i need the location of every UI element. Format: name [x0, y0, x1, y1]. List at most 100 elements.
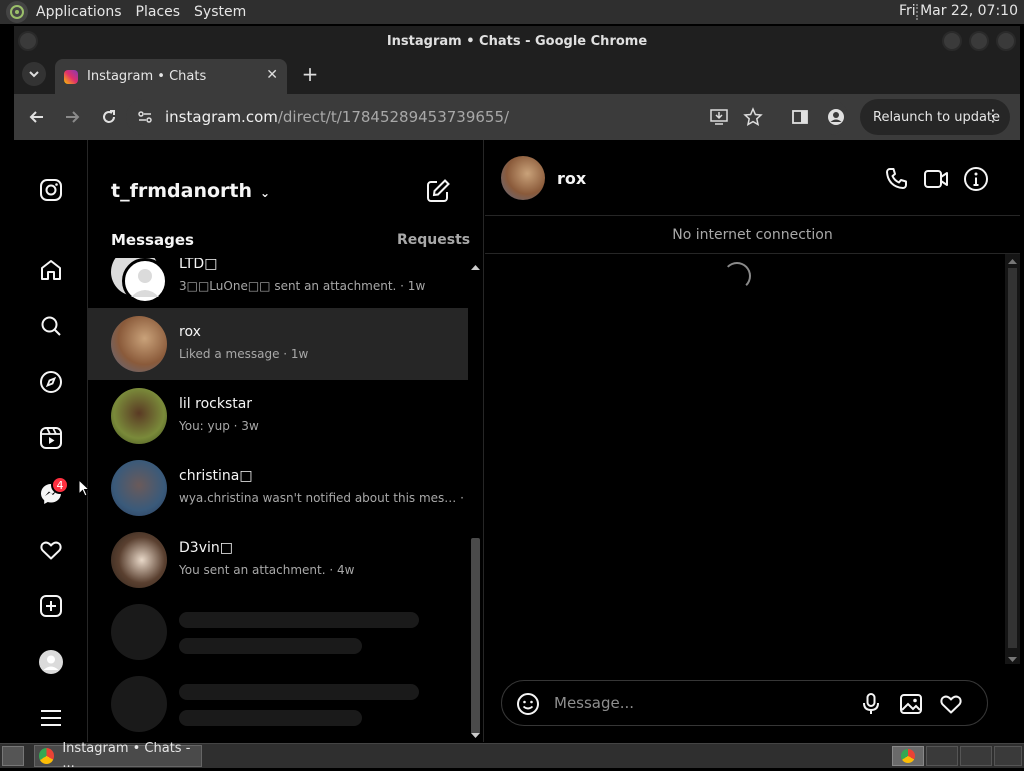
loading-placeholder-line [179, 684, 419, 700]
conversation-preview: wya.christina wasn't notified about this… [179, 491, 468, 505]
conversation-preview: 3□□LuOne□□ sent an attachment. · 1w [179, 279, 426, 293]
loading-placeholder-avatar [111, 676, 167, 732]
bottom-taskbar: Instagram • Chats - ... [0, 741, 1024, 771]
microphone-icon[interactable] [859, 692, 883, 716]
thread-scrollbar[interactable] [1005, 254, 1020, 664]
workspace-4[interactable] [994, 746, 1022, 766]
places-menu[interactable]: Places [136, 4, 181, 20]
show-desktop-button[interactable] [2, 746, 24, 766]
arrow-right-icon [66, 111, 80, 123]
phone-call-icon[interactable] [883, 166, 909, 192]
loading-spinner-icon [723, 262, 751, 290]
profile-button[interactable] [824, 105, 848, 129]
system-menu[interactable]: System [194, 4, 246, 20]
tab-search-button[interactable] [22, 62, 46, 86]
contact-name[interactable]: rox [557, 169, 586, 188]
d3vin-avatar [111, 532, 167, 588]
window-titlebar[interactable]: Instagram • Chats - Google Chrome [14, 26, 1020, 56]
tab-close-icon[interactable]: ✕ [266, 67, 278, 83]
workspace-1[interactable] [892, 746, 924, 766]
workspace-3[interactable] [960, 746, 992, 766]
reload-icon [103, 110, 115, 123]
profile-avatar[interactable] [37, 648, 65, 676]
compose-message-icon[interactable] [425, 178, 451, 204]
conversation-d3vin[interactable]: D3vin□ You sent an attachment. · 4w [88, 524, 468, 596]
scroll-down-arrow-icon[interactable] [1005, 654, 1020, 664]
forward-button[interactable] [60, 105, 84, 129]
minimize-button[interactable] [942, 31, 962, 51]
more-menu-icon[interactable] [37, 704, 65, 732]
conversation-list-scrollbar[interactable] [468, 258, 483, 742]
conversation-rox[interactable]: rox Liked a message · 1w [88, 308, 468, 380]
home-icon[interactable] [37, 256, 65, 284]
message-composer [501, 680, 988, 726]
conversation-ltd[interactable]: LTD□ 3□□LuOne□□ sent an attachment. · 1w [88, 258, 468, 312]
scroll-down-arrow-icon[interactable] [468, 730, 483, 740]
url-host: instagram.com [165, 108, 278, 126]
inbox-panel: t_frmdanorth ⌄ Messages Requests LTD□ 3□□… [88, 140, 484, 742]
explore-compass-icon[interactable] [37, 368, 65, 396]
instagram-page: 4 t_frmdanorth ⌄ Messages Requests LTD□ … [14, 140, 1020, 742]
chevron-down-icon: ⌄ [260, 186, 271, 200]
heart-notifications-icon[interactable] [37, 536, 65, 564]
chevron-down-icon [29, 71, 39, 78]
maximize-button[interactable] [969, 31, 989, 51]
url-path: /direct/t/17845289453739655/ [277, 108, 510, 126]
tab-title: Instagram • Chats [87, 69, 207, 84]
reload-button[interactable] [97, 105, 121, 129]
system-clock[interactable]: Fri Mar 22, 07:10 [899, 3, 1018, 19]
video-call-icon[interactable] [923, 166, 949, 192]
notification-badge: 4 [51, 476, 69, 494]
messages-heading: Messages [111, 231, 194, 249]
conversation-info-icon[interactable] [963, 166, 989, 192]
install-app-icon[interactable] [709, 107, 729, 131]
bookmark-star-icon[interactable] [743, 107, 763, 131]
loading-placeholder-line [179, 612, 419, 628]
address-bar[interactable]: instagram.com/direct/t/17845289453739655… [126, 99, 848, 135]
scrollbar-thumb[interactable] [1008, 268, 1017, 648]
conversation-preview: You sent an attachment. · 4w [179, 563, 355, 577]
scroll-up-arrow-icon[interactable] [468, 262, 483, 272]
window-title: Instagram • Chats - Google Chrome [386, 33, 648, 49]
window-menu-button[interactable] [18, 31, 38, 51]
emoji-icon[interactable] [516, 692, 540, 716]
create-plus-icon[interactable] [37, 592, 65, 620]
tab-instagram-chats[interactable]: Instagram • Chats ✕ [55, 59, 287, 94]
message-input[interactable] [554, 692, 844, 714]
loading-placeholder-avatar [111, 604, 167, 660]
scroll-up-arrow-icon[interactable] [1005, 256, 1020, 266]
contact-avatar[interactable] [501, 156, 545, 200]
relaunch-to-update-button[interactable]: Relaunch to update ⋮ [860, 99, 1010, 135]
site-info-icon[interactable] [137, 109, 153, 125]
conversation-preview: Liked a message · 1w [179, 347, 309, 361]
instagram-favicon-icon [64, 69, 78, 84]
christina-avatar [111, 460, 167, 516]
close-window-button[interactable] [996, 31, 1016, 51]
workspace-2[interactable] [926, 746, 958, 766]
reels-icon[interactable] [37, 424, 65, 452]
scrollbar-thumb[interactable] [471, 538, 480, 734]
conversation-preview: You: yup · 3w [179, 419, 259, 433]
requests-link[interactable]: Requests [397, 232, 470, 248]
account-switcher[interactable]: t_frmdanorth ⌄ [111, 180, 270, 202]
chrome-menu-icon[interactable]: ⋮ [985, 106, 1001, 125]
search-icon[interactable] [37, 312, 65, 340]
side-panel-button[interactable] [788, 105, 812, 129]
applications-menu[interactable]: Applications [36, 4, 122, 20]
loading-placeholder-line [179, 710, 362, 726]
chrome-icon [901, 749, 915, 763]
new-tab-button[interactable]: + [298, 62, 322, 86]
back-button[interactable] [25, 105, 49, 129]
instagram-logo-icon[interactable] [37, 176, 65, 204]
heart-like-icon[interactable] [939, 692, 963, 716]
image-upload-icon[interactable] [899, 692, 923, 716]
taskbar-chrome-window[interactable]: Instagram • Chats - ... [34, 741, 202, 771]
conversation-christina[interactable]: christina□ wya.christina wasn't notified… [88, 452, 468, 524]
conversation-lil-rockstar[interactable]: lil rockstar You: yup · 3w [88, 380, 468, 452]
instagram-nav-rail: 4 [14, 140, 88, 742]
tab-strip: Instagram • Chats ✕ + [14, 56, 1020, 94]
distro-logo-icon[interactable] [6, 1, 28, 23]
relaunch-label: Relaunch to update [873, 109, 1001, 125]
conversation-thread: rox No internet connection [485, 140, 1020, 742]
lil-rockstar-avatar [111, 388, 167, 444]
